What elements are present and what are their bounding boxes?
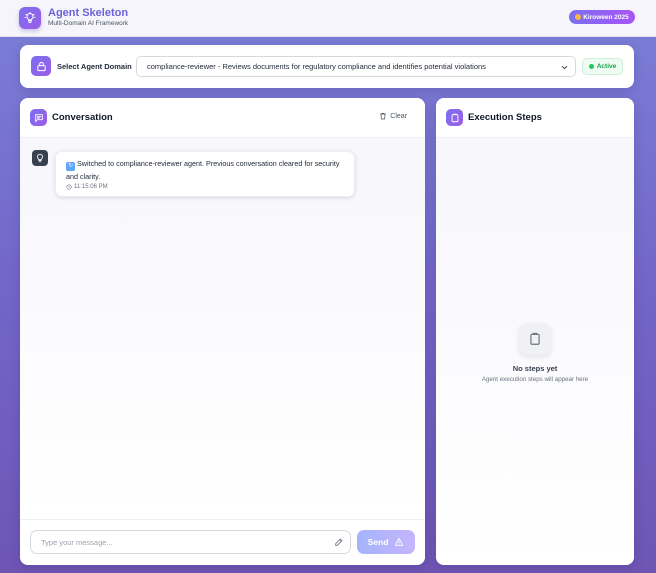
lightbulb-logo-icon	[19, 7, 41, 29]
composer: Send	[20, 519, 425, 565]
status-badge: Active	[582, 58, 623, 75]
lock-icon	[31, 56, 51, 76]
domain-select-value: compliance-reviewer - Reviews documents …	[147, 62, 486, 71]
domain-select[interactable]: compliance-reviewer - Reviews documents …	[136, 56, 576, 77]
status-dot-icon	[588, 64, 594, 69]
message-input[interactable]	[30, 530, 351, 554]
empty-state-title: No steps yet	[512, 364, 558, 373]
message-text: ↻ Switched to compliance-reviewer agent. …	[66, 158, 351, 183]
message-timestamp: 11:15:06 PM	[66, 184, 108, 190]
send-button[interactable]: Send	[357, 530, 415, 554]
event-badge: Kiroween 2025	[569, 10, 635, 24]
domain-selector-card: Select Agent Domain compliance-reviewer …	[20, 45, 634, 88]
steps-list: No steps yet Agent execution steps will …	[436, 138, 634, 565]
message-list[interactable]: ↻ Switched to compliance-reviewer agent. …	[20, 138, 425, 518]
conversation-panel: Conversation Clear ↻ Switched to complian…	[20, 98, 425, 565]
conversation-title: Conversation	[52, 112, 113, 123]
clear-button-label: Clear	[390, 112, 407, 120]
conversation-header: Conversation Clear	[20, 98, 425, 138]
pencil-icon	[335, 538, 343, 546]
execution-steps-panel: Execution Steps No steps yet Agent execu…	[436, 98, 634, 565]
status-badge-label: Active	[596, 63, 617, 70]
app-subtitle: Multi-Domain AI Framework	[48, 20, 129, 27]
agent-avatar-icon	[32, 150, 48, 166]
message-bubble: ↻ Switched to compliance-reviewer agent. …	[55, 151, 355, 197]
chat-bubble-icon	[30, 109, 47, 126]
clear-button[interactable]: Clear	[379, 112, 407, 120]
event-badge-label: Kiroween 2025	[583, 13, 629, 21]
domain-label: Select Agent Domain	[57, 62, 132, 71]
clipboard-icon	[446, 109, 463, 126]
message-time-value: 11:15:06 PM	[74, 184, 108, 190]
send-button-label: Send	[367, 537, 389, 547]
refresh-icon: ↻	[66, 162, 75, 171]
message-text-content: Switched to compliance-reviewer agent. P…	[66, 159, 340, 181]
pumpkin-icon	[575, 14, 582, 20]
clock-icon	[66, 184, 72, 190]
empty-state-subtitle: Agent execution steps will appear here	[481, 376, 589, 383]
steps-header: Execution Steps	[436, 98, 634, 138]
steps-title: Execution Steps	[468, 112, 542, 123]
send-icon	[395, 537, 404, 546]
app-title: Agent Skeleton	[48, 7, 129, 19]
empty-clipboard-icon	[519, 323, 551, 355]
trash-icon	[380, 112, 387, 120]
app-header: Agent Skeleton Multi-Domain AI Framework…	[0, 0, 656, 37]
chevron-down-icon	[561, 65, 568, 70]
